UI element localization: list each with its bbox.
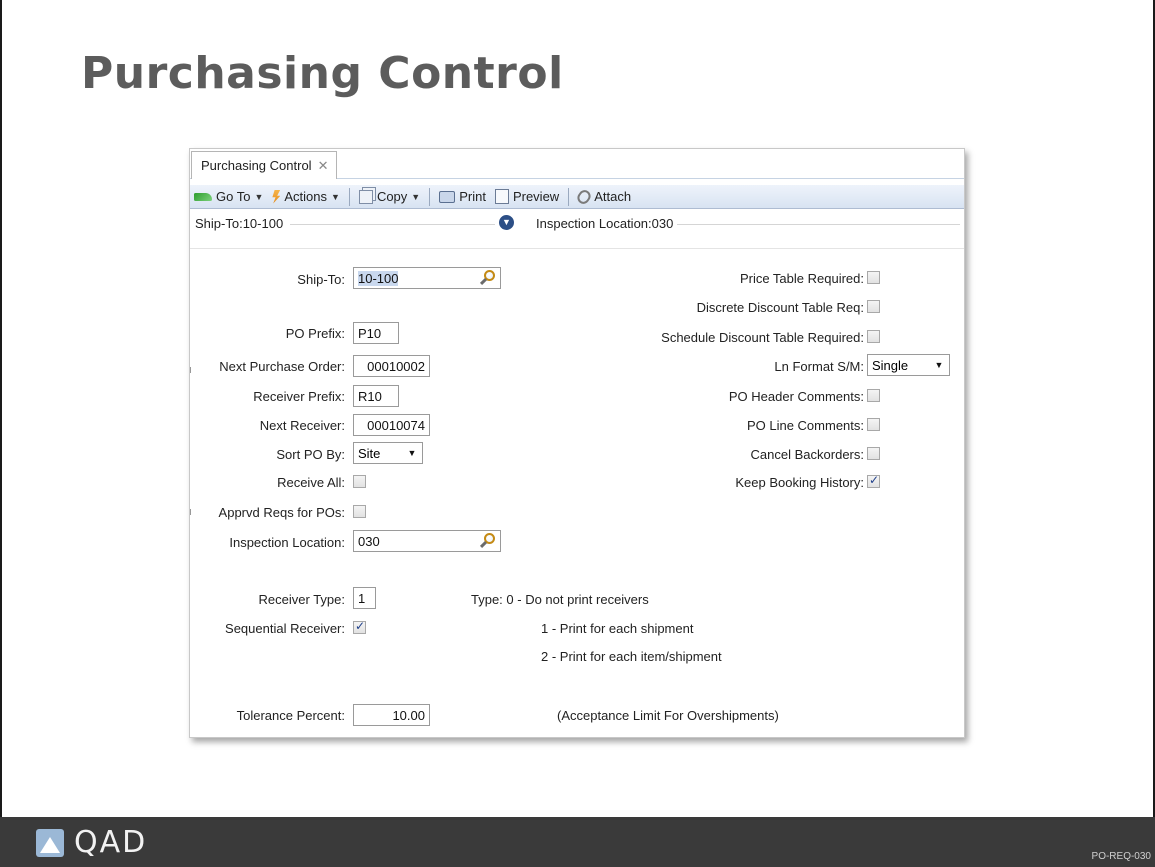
sort-po-select[interactable]: Site ▼ (353, 442, 423, 464)
print-button[interactable]: Print (439, 189, 486, 204)
printer-icon (439, 190, 456, 203)
divider-line (290, 224, 495, 225)
ln-format-value: Single (872, 358, 909, 373)
ship-to-value: 10-100 (358, 271, 399, 286)
qad-logo: QAD (36, 825, 147, 860)
slide-border-left (0, 0, 2, 817)
keep-booking-history-checkbox[interactable] (867, 473, 880, 488)
collapse-bar: Ship-To:10-100 ▼ Inspection Location:030 (190, 213, 964, 235)
slide: Purchasing Control Purchasing Control ✕ … (0, 0, 1155, 867)
price-table-label: Price Table Required: (739, 271, 864, 286)
lightning-icon (272, 189, 281, 204)
apprvd-reqs-label: Apprvd Reqs for POs: (218, 505, 345, 520)
receiver-prefix-input[interactable]: R10 (353, 385, 399, 407)
tab-label: Purchasing Control (201, 158, 312, 173)
toolbar-divider (348, 187, 350, 206)
sort-po-value: Site (358, 446, 381, 461)
qad-logo-text: QAD (74, 825, 148, 860)
slide-footer: QAD PO-REQ-030 (0, 817, 1155, 867)
magnifier-handle (479, 277, 488, 286)
receive-all-label: Receive All: (277, 475, 345, 490)
attach-label: Attach (594, 189, 632, 204)
dropdown-arrow-icon: ▼ (407, 448, 417, 458)
magnifier-handle (479, 540, 488, 549)
attach-button[interactable]: Attach (575, 187, 632, 206)
preview-icon (494, 189, 509, 204)
resize-marker (190, 367, 191, 373)
cancel-backorders-label: Cancel Backorders: (750, 447, 864, 462)
chevron-down-icon: ▼ (411, 191, 421, 202)
preview-label: Preview (512, 189, 560, 204)
discrete-discount-label: Discrete Discount Table Req: (696, 300, 864, 315)
lookup-ship-to-button[interactable] (479, 269, 497, 287)
tab-bar: Purchasing Control ✕ (190, 149, 964, 179)
slide-title: Purchasing Control (81, 48, 564, 99)
goto-button[interactable]: Go To ▼ (194, 189, 263, 204)
copy-label: Copy (376, 189, 408, 204)
receiver-type-input[interactable]: 1 (353, 587, 376, 609)
tolerance-label: Tolerance Percent: (236, 708, 345, 723)
po-header-comments-checkbox[interactable] (867, 389, 880, 402)
app-window: Purchasing Control ✕ Go To ▼ Actions ▼ C… (189, 148, 965, 738)
copy-icon (358, 189, 373, 204)
print-label: Print (459, 189, 486, 204)
expand-collapse-icon[interactable]: ▼ (499, 215, 514, 230)
receiver-type-note-0: Type: 0 - Do not print receivers (471, 592, 649, 607)
schedule-discount-label: Schedule Discount Table Required: (661, 330, 864, 345)
receiver-type-note-2: 2 - Print for each item/shipment (541, 649, 722, 664)
schedule-discount-checkbox[interactable] (867, 330, 880, 343)
ship-to-label: Ship-To: (297, 272, 345, 287)
inspection-location-label: Inspection Location: (229, 535, 345, 550)
tolerance-input[interactable]: 10.00 (353, 704, 430, 726)
po-prefix-input[interactable]: P10 (353, 322, 399, 344)
cancel-backorders-checkbox[interactable] (867, 447, 880, 460)
po-line-comments-label: PO Line Comments: (746, 418, 864, 433)
goto-label: Go To (216, 189, 251, 204)
receiver-type-note-1: 1 - Print for each shipment (541, 621, 694, 636)
price-table-checkbox[interactable] (867, 271, 880, 284)
discrete-discount-checkbox[interactable] (867, 300, 880, 313)
actions-button[interactable]: Actions ▼ (272, 189, 340, 204)
chevron-down-icon: ▼ (331, 191, 340, 202)
divider (190, 248, 964, 249)
slide-code: PO-REQ-030 (1091, 851, 1151, 862)
receiver-prefix-label: Receiver Prefix: (253, 389, 345, 404)
po-prefix-label: PO Prefix: (285, 326, 345, 341)
chevron-down-icon: ▼ (254, 191, 264, 202)
tab-purchasing-control[interactable]: Purchasing Control ✕ (191, 151, 338, 179)
next-receiver-input[interactable]: 00010074 (353, 414, 430, 436)
goto-icon (194, 192, 212, 201)
receive-all-checkbox[interactable] (353, 475, 366, 488)
tolerance-note: (Acceptance Limit For Overshipments) (557, 708, 779, 723)
apprvd-reqs-checkbox[interactable] (353, 505, 366, 518)
next-po-label: Next Purchase Order: (219, 359, 345, 374)
toolbar-divider (568, 187, 570, 206)
sequential-receiver-checkbox[interactable] (353, 619, 366, 634)
collapse-summary-ship-to: Ship-To:10-100 (195, 216, 288, 231)
po-line-comments-checkbox[interactable] (867, 418, 880, 431)
actions-label: Actions (284, 189, 328, 204)
receiver-type-label: Receiver Type: (258, 592, 345, 607)
next-receiver-label: Next Receiver: (259, 418, 345, 433)
qad-logo-icon (36, 828, 64, 857)
resize-marker (190, 509, 191, 515)
ln-format-select[interactable]: Single ▼ (867, 354, 950, 376)
sort-po-label: Sort PO By: (276, 447, 345, 462)
dropdown-arrow-icon: ▼ (934, 360, 944, 370)
lookup-inspection-button[interactable] (479, 532, 497, 550)
toolbar: Go To ▼ Actions ▼ Copy ▼ Print Preview A… (190, 185, 964, 209)
ln-format-label: Ln Format S/M: (774, 359, 864, 374)
po-header-comments-label: PO Header Comments: (728, 389, 864, 404)
toolbar-divider (429, 187, 431, 206)
divider-line (676, 224, 960, 225)
copy-button[interactable]: Copy ▼ (358, 189, 421, 204)
paperclip-icon (575, 187, 594, 206)
keep-booking-history-label: Keep Booking History: (735, 475, 864, 490)
close-icon[interactable]: ✕ (318, 158, 329, 179)
next-po-input[interactable]: 00010002 (353, 355, 430, 377)
preview-button[interactable]: Preview (494, 189, 560, 204)
sequential-receiver-label: Sequential Receiver: (225, 621, 345, 636)
collapse-summary-inspection: Inspection Location:030 (536, 216, 678, 231)
